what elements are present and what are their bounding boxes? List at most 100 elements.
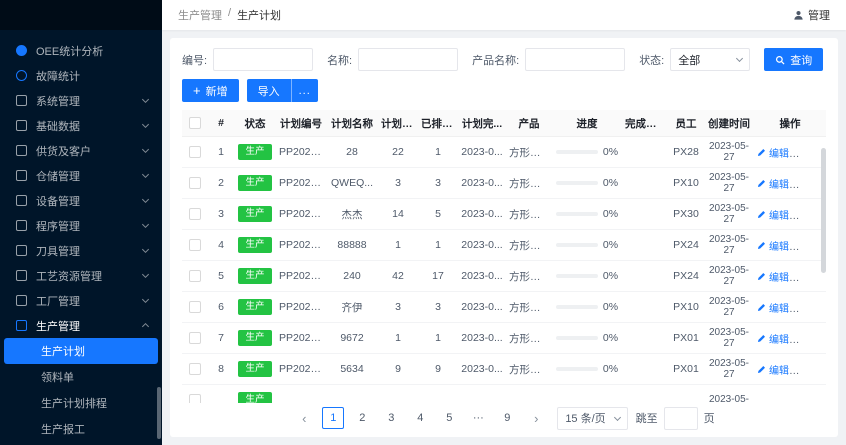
created-time: 2023-05-27 [704,172,754,195]
import-more-button[interactable]: ... [291,79,318,102]
breadcrumb-parent[interactable]: 生产管理 [178,7,222,23]
status-badge: 生产 [238,330,271,345]
breadcrumb-separator: / [228,7,231,23]
delete-button[interactable]: 删除 [797,362,826,377]
sidebar-item-6[interactable]: 设备管理 [0,188,162,213]
row-checkbox[interactable] [189,239,201,251]
employee: PX24 [668,270,704,282]
breadcrumb-current: 生产计划 [237,7,281,23]
sidebar-subitem-1[interactable]: 领料单 [4,364,158,390]
sidebar-scrollbar[interactable] [157,387,161,439]
edit-button[interactable]: 编辑 [757,362,789,377]
page-button[interactable]: 5 [438,407,460,429]
sidebar-item-9[interactable]: 工艺资源管理 [0,263,162,288]
page-jump: 跳至 页 [636,407,715,430]
edit-icon [757,303,766,312]
user-menu[interactable]: 管理 [793,7,830,23]
edit-button[interactable]: 编辑 [757,269,789,284]
equipment-icon [16,195,27,206]
sidebar-item-label: 刀具管理 [36,243,134,259]
row-checkbox[interactable] [189,363,201,375]
chevron-down-icon [142,146,149,153]
product-name: 方形物料 [506,331,552,346]
status-cell: 生产 [234,175,276,190]
status-select-value: 全部 [678,52,700,68]
plan-finish-date: 2023-0... [458,270,506,282]
sidebar-subitem-3[interactable]: 生产报工 [4,416,158,442]
plan-name: 88888 [326,239,378,251]
row-checkbox[interactable] [189,177,201,189]
sidebar-item-11[interactable]: 生产管理 [0,313,162,338]
plan-qty: 42 [378,270,418,282]
table-row: 4生产PP2023...88888112023-0...方形物料0%PX2420… [182,230,826,261]
name-input[interactable] [358,48,458,71]
column-header: # [208,117,234,129]
row-checkbox[interactable] [189,332,201,344]
edit-button[interactable]: 编辑 [757,238,789,253]
actions-cell: 编辑删除 [754,300,826,315]
sidebar-item-2[interactable]: 系统管理 [0,88,162,113]
jump-input[interactable] [664,407,698,430]
page-button[interactable]: 4 [409,407,431,429]
sidebar-item-3[interactable]: 基础数据 [0,113,162,138]
page-ellipsis[interactable]: ··· [467,407,489,429]
edit-button[interactable]: 编辑 [757,207,789,222]
add-button[interactable]: + 新增 [182,79,239,102]
page-button[interactable]: 2 [351,407,373,429]
progress-bar [556,336,598,340]
status-badge: 生产 [238,237,271,252]
next-page-button[interactable]: › [525,407,547,429]
sidebar-subitem-2[interactable]: 生产计划排程 [4,390,158,416]
plan-no: PP2023... [276,208,326,220]
sidebar-item-0[interactable]: OEE统计分析 [0,38,162,63]
sidebar-subitem-0[interactable]: 生产计划 [4,338,158,364]
edit-icon [757,210,766,219]
sidebar-item-8[interactable]: 刀具管理 [0,238,162,263]
row-index: 2 [208,177,234,189]
edit-button[interactable]: 编辑 [757,176,789,191]
filter-name: 名称: [327,48,458,71]
row-checkbox[interactable] [189,146,201,158]
sidebar-item-5[interactable]: 仓储管理 [0,163,162,188]
edit-button[interactable]: 编辑 [757,145,789,160]
filter-bar: 编号: 名称: 产品名称: 状态: 全部 [182,48,826,71]
delete-button[interactable]: 删除 [797,300,826,315]
plan-name: 杰杰 [326,207,378,222]
progress-cell: 0% [552,270,622,282]
page-button[interactable]: 3 [380,407,402,429]
search-button[interactable]: 查询 [764,48,823,71]
sidebar-item-4[interactable]: 供货及客户 [0,138,162,163]
created-time: 2023-05-27 [704,141,754,164]
status-select[interactable]: 全部 [670,48,750,71]
edit-button[interactable]: 编辑 [757,300,789,315]
progress-label: 0% [603,332,618,344]
delete-button[interactable]: 删除 [797,331,826,346]
jump-suffix: 页 [704,410,715,426]
sidebar-item-label: 故障统计 [36,68,148,84]
row-checkbox[interactable] [189,394,201,403]
product-name-input[interactable] [525,48,625,71]
employee: PX28 [668,146,704,158]
edit-icon [757,334,766,343]
sidebar-item-10[interactable]: 工厂管理 [0,288,162,313]
code-input[interactable] [213,48,313,71]
table-scrollbar[interactable] [821,148,826,273]
page-button[interactable]: 9 [496,407,518,429]
sidebar-item-7[interactable]: 程序管理 [0,213,162,238]
chevron-down-icon [142,171,149,178]
row-checkbox[interactable] [189,301,201,313]
column-header: 进度 [552,116,622,131]
sidebar-item-1[interactable]: 故障统计 [0,63,162,88]
select-all-checkbox[interactable] [189,117,201,129]
edit-button[interactable]: 编辑 [757,331,789,346]
import-button[interactable]: 导入 [247,79,291,102]
row-checkbox[interactable] [189,270,201,282]
page-button-active[interactable]: 1 [322,407,344,429]
page-size-select[interactable]: 15 条/页 [557,407,627,430]
status-badge: 生产 [238,299,271,314]
row-checkbox[interactable] [189,208,201,220]
status-cell: 生产 [234,206,276,221]
prev-page-button[interactable]: ‹ [293,407,315,429]
status-cell: 生产 [234,299,276,314]
employee: PX01 [668,332,704,344]
